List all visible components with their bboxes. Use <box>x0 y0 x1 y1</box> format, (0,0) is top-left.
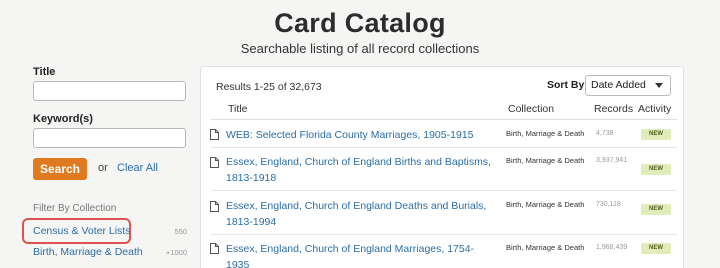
row-records: 4,738 <box>596 130 614 137</box>
new-badge: NEW <box>641 164 671 175</box>
filter-heading: Filter By Collection <box>33 203 117 214</box>
sort-select[interactable]: Date Added <box>585 75 671 96</box>
header-divider <box>211 119 677 120</box>
filter-item-label: Birth, Marriage & Death <box>33 246 143 258</box>
row-title-link[interactable]: Essex, England, Church of England Births… <box>226 154 496 186</box>
row-records: 730,118 <box>596 201 621 208</box>
row-divider <box>211 234 677 235</box>
filter-item-birth-marriage-death[interactable]: Birth, Marriage & Death +1000 <box>33 246 187 260</box>
row-divider <box>211 147 677 148</box>
row-records: 3,937,941 <box>596 157 628 164</box>
row-collection: Birth, Marriage & Death <box>506 200 585 209</box>
page-title: Card Catalog <box>274 8 446 38</box>
new-badge: NEW <box>641 129 671 140</box>
row-title-link[interactable]: WEB: Selected Florida County Marriages, … <box>226 127 496 143</box>
sort-label: Sort By <box>547 79 585 91</box>
search-button[interactable]: Search <box>33 158 87 180</box>
row-records: 1,968,439 <box>596 244 628 251</box>
document-icon <box>210 243 219 254</box>
row-collection: Birth, Marriage & Death <box>506 243 585 252</box>
title-input[interactable] <box>33 81 186 101</box>
filter-item-count: +1000 <box>165 248 187 257</box>
or-text: or <box>98 162 108 174</box>
filter-item-census[interactable]: Census & Voter Lists 550 <box>22 218 187 244</box>
document-icon <box>210 201 219 212</box>
results-panel: Results 1-25 of 32,673 Sort By Date Adde… <box>200 66 684 268</box>
sort-select-value: Date Added <box>591 79 646 91</box>
clear-all-link[interactable]: Clear All <box>117 162 158 174</box>
row-title-link[interactable]: Essex, England, Church of England Marria… <box>226 241 496 268</box>
title-label: Title <box>33 66 56 78</box>
page-subtitle: Searchable listing of all record collect… <box>240 41 480 56</box>
document-icon <box>210 157 219 168</box>
column-header-activity[interactable]: Activity <box>638 103 671 115</box>
row-title-link[interactable]: Essex, England, Church of England Deaths… <box>226 198 496 230</box>
column-header-title[interactable]: Title <box>228 103 247 115</box>
column-header-records[interactable]: Records <box>594 103 633 115</box>
new-badge: NEW <box>641 204 671 215</box>
new-badge: NEW <box>641 243 671 254</box>
keyword-label: Keyword(s) <box>33 113 93 125</box>
row-divider <box>211 190 677 191</box>
keyword-input[interactable] <box>33 128 186 148</box>
filter-item-label: Census & Voter Lists <box>33 225 131 237</box>
filter-item-count: 550 <box>174 227 187 236</box>
column-header-collection[interactable]: Collection <box>508 103 554 115</box>
row-collection: Birth, Marriage & Death <box>506 129 585 138</box>
caret-down-icon <box>655 83 663 88</box>
row-collection: Birth, Marriage & Death <box>506 156 585 165</box>
results-count: Results 1-25 of 32,673 <box>216 81 322 93</box>
document-icon <box>210 129 219 140</box>
